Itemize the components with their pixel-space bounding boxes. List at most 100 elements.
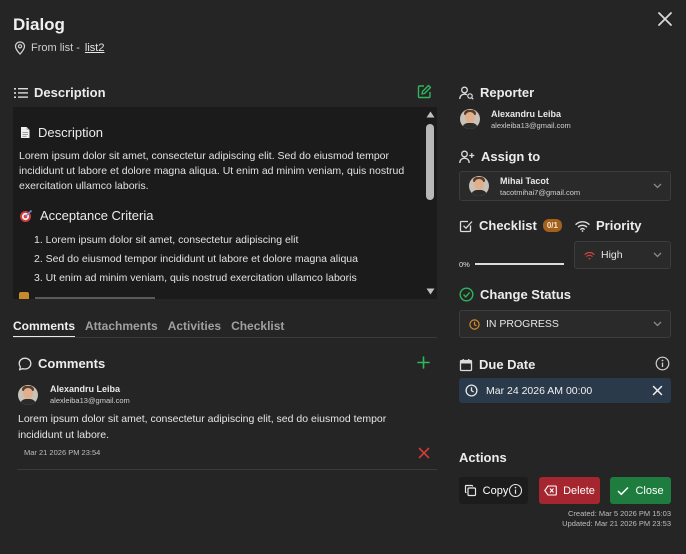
- copy-button[interactable]: Copy: [459, 477, 528, 504]
- copy-icon: [464, 484, 477, 497]
- assignee-info: Mihai Tacot tacotmihai7@gmail.com: [500, 176, 580, 197]
- comment-text: Lorem ipsum dolor sit amet, consectetur …: [18, 413, 387, 441]
- checklist-section-header: Checklist 0/1: [459, 218, 562, 233]
- priority-value: High: [601, 249, 623, 261]
- edit-icon[interactable]: [417, 84, 432, 99]
- delete-comment-icon[interactable]: [418, 447, 430, 459]
- comments-section-header: Comments: [18, 356, 105, 371]
- description-scrollbar[interactable]: [423, 107, 437, 299]
- scrollbar-thumb[interactable]: [426, 124, 434, 200]
- user-add-icon: [459, 150, 475, 164]
- user-search-icon: [459, 86, 474, 100]
- avatar: [460, 109, 480, 129]
- checklist-count-badge: 0/1: [542, 219, 562, 232]
- priority-section-title: Priority: [596, 218, 642, 233]
- add-comment-icon[interactable]: [417, 356, 430, 369]
- checklist-progress-label: 0%: [459, 260, 470, 269]
- close-button[interactable]: Close: [610, 477, 671, 504]
- target-icon: [19, 209, 33, 223]
- comments-section-title: Comments: [38, 356, 106, 371]
- created-timestamp: Created: Mar 5 2026 PM 15:03: [568, 509, 671, 518]
- from-list-breadcrumb: From list - list2: [14, 41, 104, 55]
- checklist-progress-bar: [475, 263, 564, 265]
- comment-date: Mar 21 2026 PM 23:54: [24, 448, 101, 457]
- chevron-down-icon: [653, 320, 662, 328]
- status-select[interactable]: IN PROGRESS: [459, 310, 671, 338]
- info-icon[interactable]: [655, 356, 670, 371]
- comment-author-email: alexleiba13@gmail.com: [50, 396, 130, 405]
- delete-button[interactable]: Delete: [539, 477, 600, 504]
- calendar-icon: [459, 358, 473, 372]
- acceptance-criteria-list: 1. Lorem ipsum dolor sit amet, consectet…: [19, 231, 413, 288]
- from-list-prefix: From list -: [31, 42, 80, 54]
- description-content[interactable]: Description Lorem ipsum dolor sit amet, …: [13, 107, 437, 299]
- wifi-icon: [575, 220, 590, 232]
- reporter-info: Alexandru Leiba alexleiba13@gmail.com: [491, 109, 571, 130]
- close-button-label: Close: [635, 484, 664, 497]
- assign-section-header: Assign to: [459, 149, 540, 164]
- actions-section-title: Actions: [459, 450, 507, 465]
- due-date-section-header: Due Date: [459, 357, 535, 372]
- tab-activities[interactable]: Activities: [168, 319, 221, 338]
- location-pin-icon: [14, 41, 26, 55]
- reporter-section-header: Reporter: [459, 85, 534, 100]
- chevron-down-icon: [653, 182, 662, 190]
- list-item: 2. Sed do eiusmod tempor incididunt ut l…: [34, 253, 358, 265]
- checklist-section-title: Checklist: [479, 218, 537, 233]
- reporter-avatar: [460, 109, 480, 129]
- backspace-icon: [544, 485, 557, 496]
- due-date-value: Mar 24 2026 AM 00:00: [486, 384, 593, 397]
- clock-icon: [469, 318, 480, 330]
- chevron-down-icon: [653, 251, 662, 259]
- close-icon[interactable]: [656, 10, 674, 28]
- assignee-name: Mihai Tacot: [500, 175, 549, 186]
- clock-icon: [465, 384, 478, 397]
- updated-timestamp: Updated: Mar 21 2026 PM 23:53: [562, 519, 671, 528]
- comment-divider: [17, 469, 437, 470]
- avatar: [469, 176, 489, 196]
- status-section-header: Change Status: [459, 287, 571, 302]
- tab-checklist[interactable]: Checklist: [231, 319, 284, 338]
- tab-comments[interactable]: Comments: [13, 319, 76, 338]
- description-section-header: Description: [14, 85, 106, 100]
- priority-section-header: Priority: [575, 218, 642, 233]
- description-paragraph: Lorem ipsum dolor sit amet, consectetur …: [19, 150, 405, 192]
- description-heading-text: Description: [38, 125, 104, 140]
- scroll-up-arrow-icon[interactable]: [426, 111, 435, 118]
- clear-date-icon[interactable]: [652, 385, 663, 396]
- due-date-field[interactable]: Mar 24 2026 AM 00:00: [459, 378, 671, 403]
- tabs-divider: [13, 337, 437, 338]
- chat-bubble-icon: [18, 357, 32, 371]
- assignee-select[interactable]: Mihai Tacot tacotmihai7@gmail.com: [459, 171, 671, 201]
- check-circle-icon: [459, 287, 474, 302]
- comment-author-name: Alexandru Leiba: [50, 384, 121, 394]
- comment-author: Alexandru Leiba alexleiba13@gmail.com: [50, 384, 130, 405]
- status-section-title: Change Status: [480, 287, 572, 302]
- priority-select[interactable]: High: [574, 241, 671, 269]
- delete-button-label: Delete: [563, 484, 595, 497]
- checkbox-icon: [459, 219, 473, 233]
- status-value: IN PROGRESS: [486, 318, 559, 330]
- priority-signal-icon: [584, 251, 595, 260]
- list-item: 3. Ut enim ad minim veniam, quis nostrud…: [34, 272, 357, 284]
- info-icon: [508, 483, 523, 498]
- list-item: 1. Lorem ipsum dolor sit amet, consectet…: [34, 234, 299, 246]
- description-section-title: Description: [34, 85, 106, 100]
- reporter-email: alexleiba13@gmail.com: [491, 121, 571, 130]
- reporter-name: Alexandru Leiba: [491, 109, 562, 119]
- assignee-email: tacotmihai7@gmail.com: [500, 187, 581, 197]
- checkmark-icon: [617, 486, 629, 496]
- reporter-section-title: Reporter: [480, 85, 535, 100]
- avatar: [18, 385, 38, 405]
- scroll-down-arrow-icon[interactable]: [426, 288, 435, 295]
- next-heading-clipped: [19, 292, 179, 299]
- tab-attachments[interactable]: Attachments: [85, 319, 158, 338]
- acceptance-criteria-text: Acceptance Criteria: [40, 208, 154, 223]
- copy-button-label: Copy: [482, 484, 509, 497]
- comment-author-avatar: [18, 385, 38, 405]
- assign-section-title: Assign to: [481, 149, 541, 164]
- due-date-section-title: Due Date: [479, 357, 536, 372]
- tab-bar: Comments Attachments Activities Checklis…: [13, 319, 284, 338]
- acceptance-criteria-heading: Acceptance Criteria: [19, 208, 413, 223]
- list-link[interactable]: list2: [85, 42, 105, 54]
